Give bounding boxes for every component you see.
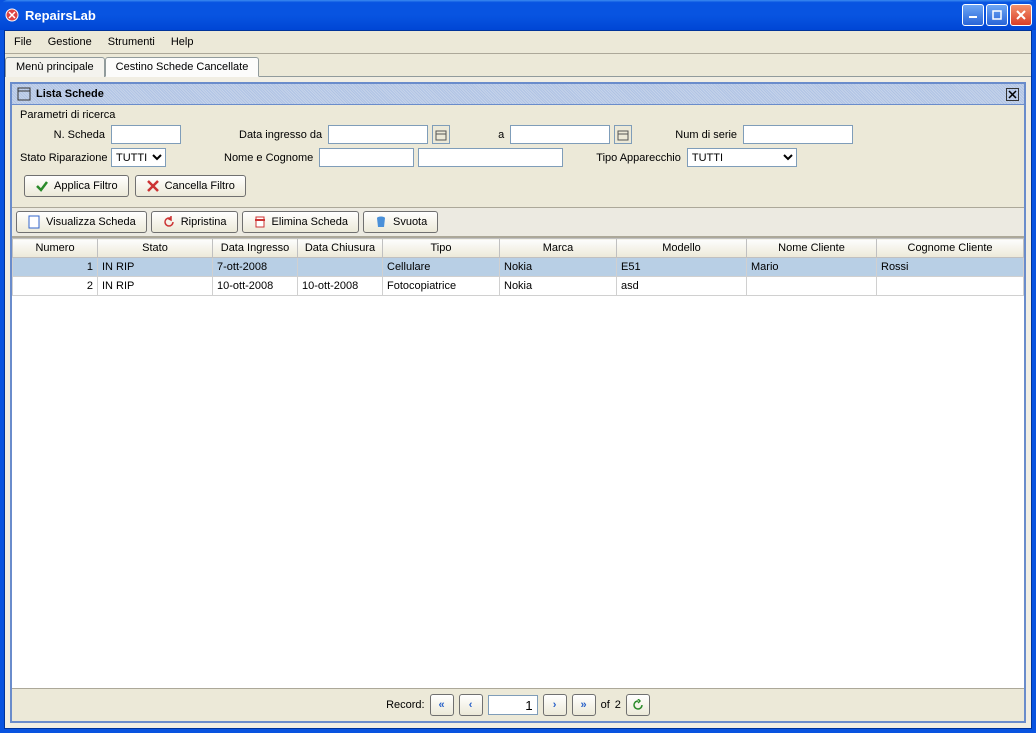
elimina-scheda-button[interactable]: Elimina Scheda [242,211,359,233]
total-records: 2 [615,699,621,711]
col-nome-cliente[interactable]: Nome Cliente [747,239,877,258]
last-record-button[interactable]: » [572,694,596,716]
minimize-button[interactable] [962,4,984,26]
next-record-button[interactable]: › [543,694,567,716]
panel-title: Lista Schede [36,88,104,100]
stato-rip-label: Stato Riparazione [20,152,105,164]
applica-filtro-button[interactable]: Applica Filtro [24,175,129,197]
app-icon [4,7,20,23]
cell-tipo[interactable]: Fotocopiatrice [383,277,500,296]
data-da-input[interactable] [328,125,428,144]
cell-modello[interactable]: E51 [617,258,747,277]
a-label: a [498,129,504,141]
x-icon [146,179,160,193]
cell-marca[interactable]: Nokia [500,258,617,277]
col-modello[interactable]: Modello [617,239,747,258]
svuota-button[interactable]: Svuota [363,211,438,233]
maximize-button[interactable] [986,4,1008,26]
close-window-button[interactable] [1010,4,1032,26]
visualizza-scheda-button[interactable]: Visualizza Scheda [16,211,147,233]
undo-icon [162,215,176,229]
n-scheda-label: N. Scheda [20,129,105,141]
n-scheda-input[interactable] [111,125,181,144]
panel-titlebar: Lista Schede [12,84,1024,105]
cell-tipo[interactable]: Cellulare [383,258,500,277]
cell-stato[interactable]: IN RIP [98,258,213,277]
check-icon [35,179,49,193]
cell-cognome_cliente[interactable]: Rossi [877,258,1024,277]
record-navigator: Record: « ‹ › » of 2 [12,688,1024,721]
data-ingresso-da-label: Data ingresso da [239,129,322,141]
menubar: File Gestione Strumenti Help [5,31,1031,54]
col-marca[interactable]: Marca [500,239,617,258]
tab-cestino[interactable]: Cestino Schede Cancellate [105,57,260,77]
menu-gestione[interactable]: Gestione [41,34,99,50]
menu-file[interactable]: File [7,34,39,50]
calendar-to-button[interactable] [614,125,632,144]
tipo-app-select[interactable]: TUTTI [687,148,797,167]
tabbar: Menù principale Cestino Schede Cancellat… [5,54,1031,76]
col-data-chiusura[interactable]: Data Chiusura [298,239,383,258]
refresh-button[interactable] [626,694,650,716]
search-group-label: Parametri di ricerca [20,109,1016,121]
cell-stato[interactable]: IN RIP [98,277,213,296]
record-input[interactable] [488,695,538,715]
col-tipo[interactable]: Tipo [383,239,500,258]
cell-numero[interactable]: 2 [13,277,98,296]
cell-data_ingresso[interactable]: 7-ott-2008 [213,258,298,277]
nome-input[interactable] [319,148,414,167]
cell-marca[interactable]: Nokia [500,277,617,296]
panel-icon [17,87,31,101]
prev-record-button[interactable]: ‹ [459,694,483,716]
col-cognome-cliente[interactable]: Cognome Cliente [877,239,1024,258]
cell-numero[interactable]: 1 [13,258,98,277]
num-serie-label: Num di serie [675,129,737,141]
cancella-filtro-button[interactable]: Cancella Filtro [135,175,246,197]
cell-nome_cliente[interactable] [747,277,877,296]
window-title: RepairsLab [25,8,96,23]
table-container: Numero Stato Data Ingresso Data Chiusura… [12,237,1024,688]
col-numero[interactable]: Numero [13,239,98,258]
toolbar: Visualizza Scheda Ripristina Elimina Sch… [12,207,1024,237]
ripristina-button[interactable]: Ripristina [151,211,238,233]
table-row[interactable]: 2IN RIP10-ott-200810-ott-2008Fotocopiatr… [13,277,1024,296]
search-params: Parametri di ricerca N. Scheda Data ingr… [12,105,1024,201]
document-icon [27,215,41,229]
first-record-button[interactable]: « [430,694,454,716]
col-stato[interactable]: Stato [98,239,213,258]
data-a-input[interactable] [510,125,610,144]
panel-close-button[interactable] [1006,88,1019,101]
num-serie-input[interactable] [743,125,853,144]
cell-nome_cliente[interactable]: Mario [747,258,877,277]
cell-data_chiusura[interactable] [298,258,383,277]
titlebar: RepairsLab [0,0,1036,30]
menu-strumenti[interactable]: Strumenti [101,34,162,50]
cell-data_ingresso[interactable]: 10-ott-2008 [213,277,298,296]
delete-icon [253,215,267,229]
nome-cognome-label: Nome e Cognome [224,152,313,164]
trash-icon [374,215,388,229]
cell-data_chiusura[interactable]: 10-ott-2008 [298,277,383,296]
data-table[interactable]: Numero Stato Data Ingresso Data Chiusura… [12,238,1024,296]
cognome-input[interactable] [418,148,563,167]
of-label: of [601,699,610,711]
stato-rip-select[interactable]: TUTTI [111,148,166,167]
col-data-ingresso[interactable]: Data Ingresso [213,239,298,258]
tipo-app-label: Tipo Apparecchio [596,152,681,164]
cell-cognome_cliente[interactable] [877,277,1024,296]
menu-help[interactable]: Help [164,34,201,50]
cell-modello[interactable]: asd [617,277,747,296]
calendar-from-button[interactable] [432,125,450,144]
tab-menu-principale[interactable]: Menù principale [5,57,105,77]
table-row[interactable]: 1IN RIP7-ott-2008 CellulareNokiaE51MarioR… [13,258,1024,277]
record-label: Record: [386,699,425,711]
